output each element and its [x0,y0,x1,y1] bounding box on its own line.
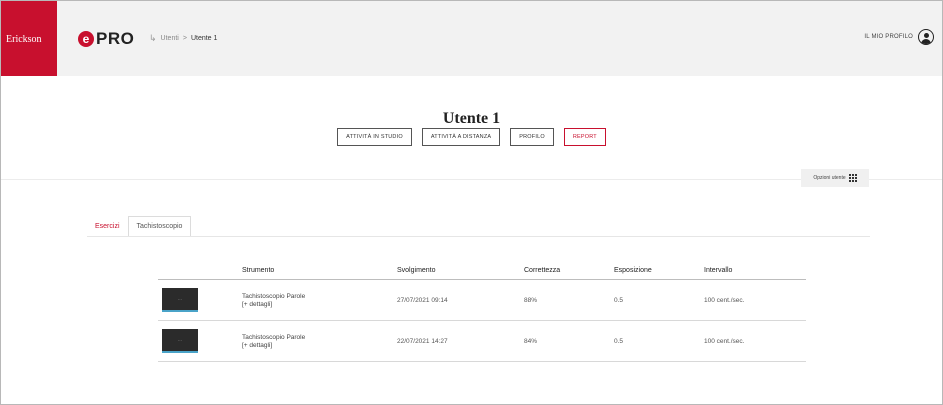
breadcrumb: ↳ Utenti > Utente 1 [149,33,217,44]
tabs-divider [87,236,870,237]
esposizione-cell: 0.5 [614,337,624,345]
epro-logo[interactable]: e PRO [78,29,134,49]
tab-tachistoscopio[interactable]: Tachistoscopio [127,216,192,236]
exercise-thumbnail: ... [162,288,198,312]
epro-logo-text: PRO [96,29,135,48]
user-options-button[interactable]: Opzioni utente [801,169,869,187]
profile-menu[interactable]: IL MIO PROFILO [864,29,934,45]
return-arrow-icon: ↳ [149,33,157,43]
strumento-name: Tachistoscopio Parole [242,333,306,341]
profile-label[interactable]: IL MIO PROFILO [864,34,913,40]
activities-in-studio-button[interactable]: ATTIVITÀ IN STUDIO [337,128,412,146]
breadcrumb-current: Utente 1 [190,35,218,42]
intervallo-cell: 100 cent./sec. [704,337,745,345]
breadcrumb-separator: > [182,35,187,42]
svolgimento-cell: 27/07/2021 09:14 [397,296,448,304]
details-link[interactable]: [+ dettagli] [242,301,397,308]
svolgimento-cell: 22/07/2021 14:27 [397,337,448,345]
report-table: Strumento Svolgimento Correttezza Esposi… [158,262,806,362]
thumbnail-cell: ... [158,288,242,312]
report-tabs: Esercizi Tachistoscopio [87,216,192,236]
details-link[interactable]: [+ dettagli] [242,342,397,349]
grid-icon [848,174,857,182]
table-row: ... Tachistoscopio Parole [+ dettagli] 2… [158,280,806,321]
section-buttons: ATTIVITÀ IN STUDIO ATTIVITÀ A DISTANZA P… [0,128,943,146]
table-header: Strumento Svolgimento Correttezza Esposi… [158,262,806,280]
header-svolgimento: Svolgimento [397,267,436,274]
correttezza-cell: 84% [524,337,538,345]
report-button[interactable]: REPORT [563,128,606,146]
correttezza-cell: 88% [524,296,538,304]
tab-esercizi[interactable]: Esercizi [87,216,128,236]
thumbnail-cell: ... [158,329,242,353]
erickson-logo[interactable]: Erickson [1,1,57,76]
breadcrumb-parent[interactable]: Utenti [161,35,179,42]
esposizione-cell: 0.5 [614,296,624,304]
header-esposizione: Esposizione [614,267,652,274]
strumento-cell: Tachistoscopio Parole [+ dettagli] [242,334,397,349]
header-intervallo: Intervallo [704,267,733,274]
brand-name: Erickson [6,34,42,45]
table-row: ... Tachistoscopio Parole [+ dettagli] 2… [158,321,806,362]
header-strumento: Strumento [242,267,275,274]
profile-button[interactable]: PROFILO [510,128,554,146]
header-correttezza: Correttezza [524,267,561,274]
strumento-name: Tachistoscopio Parole [242,292,306,300]
epro-logo-mark: e [78,31,94,47]
intervallo-cell: 100 cent./sec. [704,296,745,304]
user-icon[interactable] [918,29,934,45]
top-bar: Erickson e PRO ↳ Utenti > Utente 1 IL MI… [1,1,942,76]
remote-activities-button[interactable]: ATTIVITÀ A DISTANZA [421,128,501,146]
page-title: Utente 1 [442,110,501,127]
exercise-thumbnail: ... [162,329,198,353]
user-options-label: Opzioni utente [813,175,846,181]
strumento-cell: Tachistoscopio Parole [+ dettagli] [242,293,397,308]
